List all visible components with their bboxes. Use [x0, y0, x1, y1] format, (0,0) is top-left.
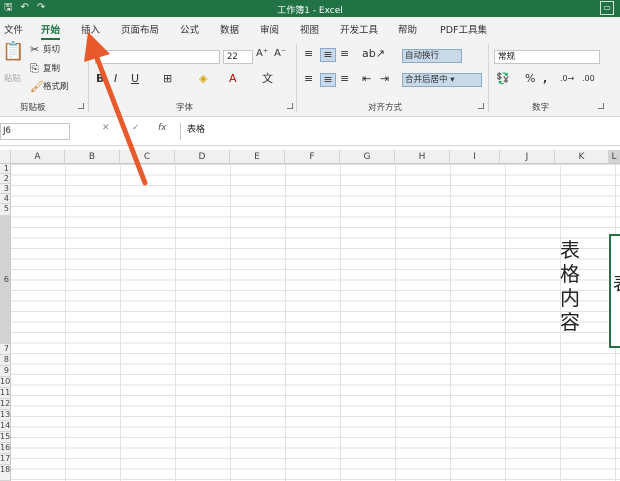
cell-k-vertical-text[interactable]: 表 格 内 容	[556, 238, 584, 334]
comma-style-icon[interactable]: ,	[543, 73, 547, 85]
title-bar: 🖫 ↶ ↷ 工作簿1 - Excel ▭	[0, 0, 620, 17]
number-launcher-icon[interactable]	[598, 103, 604, 109]
font-size-select[interactable]: 22	[223, 50, 253, 64]
align-top-icon[interactable]: ≡	[304, 48, 313, 60]
merge-center-button[interactable]: 合并后居中 ▾	[402, 73, 482, 87]
row-header[interactable]: 5	[0, 204, 11, 216]
row-header[interactable]: 4	[0, 194, 11, 204]
tab-help[interactable]: 帮助	[398, 22, 417, 36]
select-all-corner[interactable]	[0, 150, 11, 164]
row-header[interactable]: 15	[0, 432, 11, 443]
align-middle-icon[interactable]: ≡	[320, 48, 336, 62]
column-header[interactable]: K	[555, 150, 609, 164]
paste-icon[interactable]: 📋	[2, 43, 24, 70]
copy-button[interactable]: 复制	[43, 63, 60, 75]
row-header[interactable]: 12	[0, 399, 11, 410]
tab-formulas[interactable]: 公式	[180, 22, 199, 36]
column-header[interactable]: D	[175, 150, 230, 164]
align-center-icon[interactable]: ≡	[320, 73, 336, 87]
align-right-icon[interactable]: ≡	[340, 73, 349, 85]
align-left-icon[interactable]: ≡	[304, 73, 313, 85]
column-header[interactable]: A	[11, 150, 65, 164]
cell-grid[interactable]	[11, 164, 620, 481]
percent-icon[interactable]: %	[525, 73, 535, 85]
row-header[interactable]: 17	[0, 454, 11, 465]
cut-button[interactable]: 剪切	[43, 44, 60, 56]
row-header[interactable]: 16	[0, 443, 11, 454]
column-header[interactable]: H	[395, 150, 450, 164]
row-header[interactable]: 3	[0, 184, 11, 194]
cut-icon[interactable]: ✂	[30, 44, 39, 56]
row-header[interactable]: 13	[0, 410, 11, 421]
tab-pdf-tools[interactable]: PDF工具集	[440, 22, 487, 36]
column-header[interactable]: E	[230, 150, 285, 164]
accounting-format-icon[interactable]: 💱	[496, 73, 510, 85]
font-color-icon[interactable]: A	[229, 73, 237, 85]
ribbon-display-icon[interactable]: ▭	[600, 1, 614, 15]
column-header[interactable]: L	[609, 150, 620, 164]
row-header[interactable]: 10	[0, 377, 11, 388]
column-header[interactable]: I	[450, 150, 500, 164]
row-header[interactable]: 18	[0, 465, 11, 481]
row-header[interactable]: 6	[0, 216, 11, 344]
divider	[296, 44, 297, 112]
name-box[interactable]: J6	[0, 123, 70, 140]
increase-font-icon[interactable]: A⁺	[256, 48, 268, 60]
row-header[interactable]: 14	[0, 421, 11, 432]
selected-cell[interactable]: 表	[609, 234, 620, 348]
divider	[488, 44, 489, 112]
tab-view[interactable]: 视图	[300, 22, 319, 36]
tab-file[interactable]: 文件	[4, 22, 23, 36]
align-bottom-icon[interactable]: ≡	[340, 48, 349, 60]
column-header[interactable]: J	[500, 150, 555, 164]
number-group-label: 数字	[532, 103, 550, 113]
decrease-decimal-icon[interactable]: .00	[582, 73, 595, 85]
row-header[interactable]: 11	[0, 388, 11, 399]
merge-center-label: 合并后居中	[405, 75, 448, 85]
row-header[interactable]: 9	[0, 366, 11, 377]
orientation-icon[interactable]: ab↗	[362, 48, 385, 60]
borders-icon[interactable]: ⊞	[163, 73, 172, 85]
column-header[interactable]: F	[285, 150, 340, 164]
row-header[interactable]: 1	[0, 164, 11, 174]
column-header[interactable]: G	[340, 150, 395, 164]
phonetic-icon[interactable]: 文	[262, 73, 273, 85]
pointer-arrow-icon	[84, 32, 148, 186]
window-title: 工作簿1 - Excel	[277, 6, 343, 16]
format-painter-button[interactable]: 格式刷	[43, 81, 69, 93]
tab-review[interactable]: 审阅	[260, 22, 279, 36]
fill-color-icon[interactable]: ◈	[199, 73, 207, 85]
font-group-label: 字体	[176, 103, 194, 113]
decrease-font-icon[interactable]: A⁻	[274, 48, 286, 60]
selected-cell-text: 表	[613, 270, 620, 296]
increase-indent-icon[interactable]: ⇥	[380, 73, 389, 85]
wrap-text-label: 自动换行	[405, 51, 440, 61]
paste-button[interactable]: 粘贴	[4, 73, 21, 85]
number-format-select[interactable]: 常规	[494, 50, 600, 64]
tab-data[interactable]: 数据	[220, 22, 239, 36]
font-launcher-icon[interactable]	[287, 103, 293, 109]
alignment-group-label: 对齐方式	[368, 103, 403, 113]
format-painter-icon[interactable]: 🖌	[30, 81, 44, 93]
row-header[interactable]: 2	[0, 174, 11, 184]
tab-developer[interactable]: 开发工具	[340, 22, 378, 36]
row-header[interactable]: 8	[0, 355, 11, 366]
decrease-indent-icon[interactable]: ⇤	[362, 73, 371, 85]
alignment-launcher-icon[interactable]	[478, 103, 484, 109]
copy-icon[interactable]: ⎘	[30, 63, 39, 75]
formula-input[interactable]: 表格	[180, 123, 620, 140]
row-header[interactable]: 7	[0, 344, 11, 355]
tab-home[interactable]: 开始	[41, 22, 61, 40]
increase-decimal-icon[interactable]: .0→	[560, 73, 574, 85]
wrap-text-button[interactable]: 自动换行	[402, 49, 462, 63]
clipboard-group-label: 剪贴板	[20, 103, 46, 113]
